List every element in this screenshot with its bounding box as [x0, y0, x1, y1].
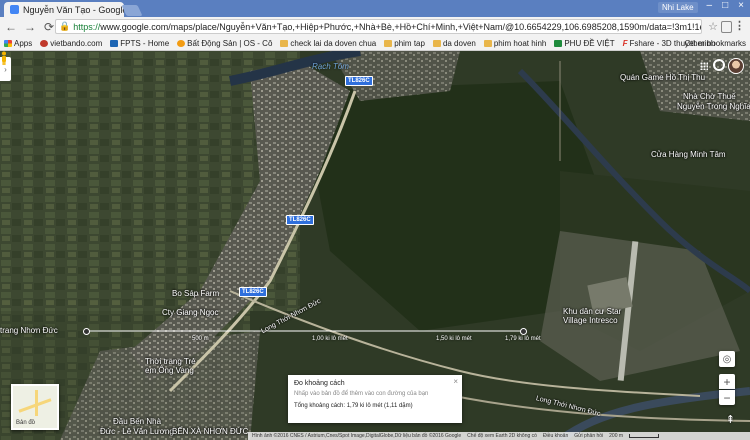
- bookmark-folder-hoat-hinh[interactable]: phim hoat hinh: [480, 39, 550, 48]
- folder-icon: [483, 40, 492, 47]
- fshare-icon: F: [622, 39, 628, 48]
- bookmark-apps[interactable]: Apps: [0, 39, 36, 48]
- measure-tick-label: 1,50 ki lô mét: [436, 336, 472, 342]
- other-bookmarks[interactable]: Other bookmarks: [683, 39, 746, 48]
- bookmark-vietbando[interactable]: vietbando.com: [36, 39, 106, 48]
- forward-icon[interactable]: →: [22, 20, 38, 34]
- measure-distance-card: × Đo khoảng cách Nhấp vào bản đồ để thêm…: [288, 375, 462, 423]
- tab-title: Nguyễn Văn Tạo - Google M: [23, 4, 124, 15]
- map-attribution: Hình ảnh ©2016 CNES / Astrium,Cnes/Spot …: [248, 432, 750, 440]
- measure-card-total: Tổng khoảng cách: 1,79 ki lô mét (1,11 d…: [294, 403, 413, 409]
- profile-button[interactable]: Nhi Lake: [658, 2, 698, 13]
- map-label-ben-xa[interactable]: BẾN XÀ NHƠN ĐỨC: [172, 427, 248, 436]
- feedback-link[interactable]: Gửi phản hồi: [574, 433, 603, 439]
- bookmark-phu-de-viet[interactable]: PHU ĐỀ VIỆT: [550, 39, 618, 48]
- pegman-icon[interactable]: [0, 51, 8, 65]
- minimap-road: [35, 390, 38, 416]
- address-bar[interactable]: 🔒 https:// www.google.com/maps/place/Ngu…: [55, 19, 702, 34]
- apps-icon: [4, 40, 12, 47]
- map-label-rach-tom[interactable]: Rạch Tôm: [312, 62, 349, 71]
- map-label-thoi-trang[interactable]: Thời trang Trẻ em Ông Vang: [145, 357, 205, 375]
- measure-tick-label: 1,00 ki lô mét: [312, 336, 348, 342]
- zoom-in-button[interactable]: +: [719, 374, 735, 389]
- new-tab-button[interactable]: [121, 5, 143, 16]
- bookmark-bat-dong-san[interactable]: Bất Động Sản | OS - Cô: [173, 39, 276, 48]
- minimap-label: Bản đồ: [16, 420, 36, 426]
- folder-icon: [432, 40, 441, 47]
- tilt-icon[interactable]: ⇞: [726, 413, 735, 426]
- site-icon: [177, 40, 186, 47]
- extension-icon[interactable]: [721, 21, 732, 33]
- bookmark-folder-check[interactable]: check lai da doven chua: [276, 39, 380, 48]
- map-label-bo-sap-farm[interactable]: Bo Sáp Farm: [172, 289, 219, 298]
- bookmark-folder-phim-tap[interactable]: phim tap: [380, 39, 429, 48]
- site-icon: [110, 40, 119, 47]
- browser-toolbar: ← → ⟳ 🔒 https:// www.google.com/maps/pla…: [0, 17, 750, 37]
- chrome-menu-icon[interactable]: ⋮: [734, 19, 745, 32]
- bookmarks-bar: Apps vietbando.com FPTS - Home Bất Động …: [0, 37, 750, 51]
- measure-tick-label: 500 m: [192, 336, 209, 342]
- road-badge: TL826C: [286, 215, 314, 225]
- map-label-trang-nhon-duc[interactable]: trang Nhơn Đức: [0, 326, 58, 335]
- terms-link[interactable]: Điều khoản: [543, 433, 568, 439]
- url-text: www.google.com/maps/place/Nguyễn+Văn+Tạo…: [100, 21, 702, 32]
- browser-tab-strip: Nguyễn Văn Tạo - Google M × Nhi Lake – □…: [0, 0, 750, 17]
- minimize-icon[interactable]: –: [707, 0, 713, 11]
- map-type-toggle[interactable]: Bản đồ: [11, 384, 59, 430]
- measure-card-title: Đo khoảng cách: [294, 380, 345, 387]
- url-protocol: https://: [73, 21, 101, 32]
- map-label-cty-giang-ngoc[interactable]: Cty Giang Ngọc: [162, 308, 218, 317]
- folder-icon: [384, 40, 393, 47]
- map-label-dau-ben-nha[interactable]: Đầu Bến Nhà: [113, 417, 161, 426]
- active-tab[interactable]: Nguyễn Văn Tạo - Google M ×: [4, 2, 124, 17]
- close-icon[interactable]: ×: [453, 377, 458, 386]
- map-label-nguyen-trong-nghia[interactable]: Nguyễn Trọng Nghĩa: [677, 102, 750, 111]
- bookmark-star-icon[interactable]: ☆: [708, 20, 718, 33]
- measure-point-start[interactable]: [83, 328, 90, 335]
- zoom-out-button[interactable]: −: [719, 390, 735, 405]
- avatar[interactable]: [728, 58, 744, 74]
- measure-card-hint: Nhấp vào bản đồ để thêm vào con đường củ…: [294, 391, 429, 397]
- my-location-icon[interactable]: ◎: [719, 351, 735, 367]
- google-maps-favicon-icon: [10, 5, 19, 14]
- road-badge: TL826C: [239, 287, 267, 297]
- scale-label: 200 m: [609, 433, 624, 439]
- satellite-map[interactable]: › Rạch Tôm Quán Game Hồ Thị Thu Nhà Chờ …: [0, 51, 750, 440]
- site-icon: [40, 40, 49, 47]
- imagery-credits: Hình ảnh ©2016 CNES / Astrium,Cnes/Spot …: [252, 433, 462, 439]
- measure-tick-label: 1,79 ki lô mét: [505, 336, 541, 342]
- site-icon: [554, 40, 563, 47]
- road-badge: TL826C: [345, 76, 373, 86]
- earth-view-note[interactable]: Chế độ xem Earth 2D không có: [467, 433, 537, 439]
- google-apps-icon[interactable]: [700, 62, 708, 70]
- maximize-icon[interactable]: □: [722, 0, 728, 11]
- map-label-duc-le-van-luong[interactable]: Đức - Lê Văn Lương: [100, 427, 174, 436]
- map-label-nha-cho[interactable]: Nhà Chờ Thuế: [683, 92, 736, 101]
- map-label-khu-dan-cu[interactable]: Khu dân cư Star Village Intresco: [563, 307, 638, 325]
- close-window-icon[interactable]: ×: [738, 0, 744, 11]
- scale-bar: [629, 434, 660, 438]
- notifications-icon[interactable]: [713, 59, 725, 71]
- measure-point-end[interactable]: [520, 328, 527, 335]
- map-label-cua-hang[interactable]: Cửa Hàng Minh Tâm: [651, 150, 726, 159]
- map-label-quan-game[interactable]: Quán Game Hồ Thị Thu: [620, 73, 705, 82]
- bookmark-folder-da-doven[interactable]: da doven: [429, 39, 480, 48]
- window-controls: – □ ×: [707, 0, 744, 11]
- back-icon[interactable]: ←: [3, 20, 19, 34]
- folder-icon: [280, 40, 289, 47]
- bookmark-fpts[interactable]: FPTS - Home: [106, 39, 173, 48]
- lock-icon: 🔒: [59, 21, 71, 31]
